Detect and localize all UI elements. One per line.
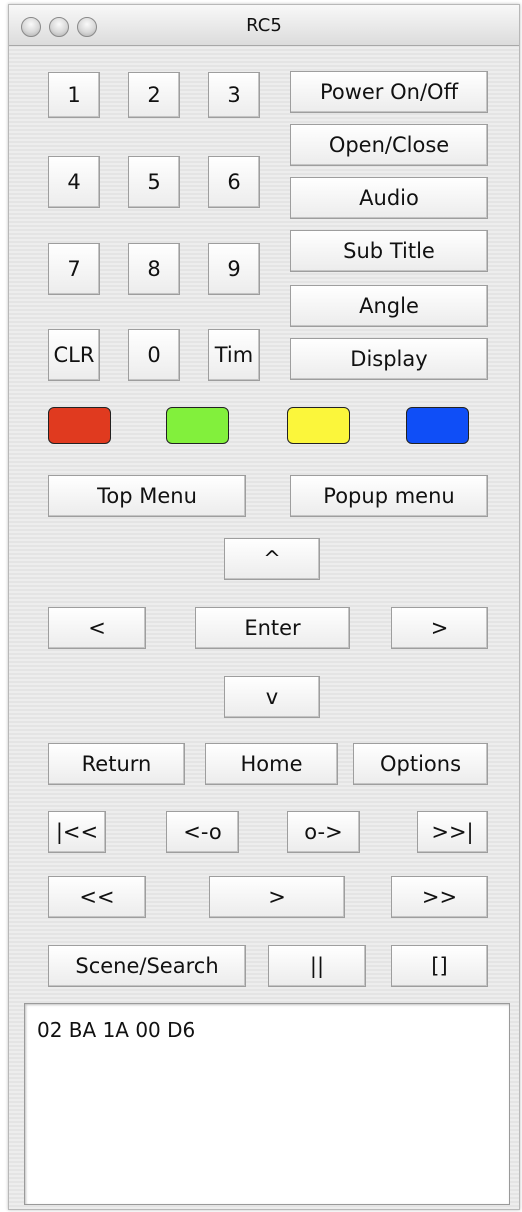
next-chapter-button[interactable]: >>| (417, 811, 488, 853)
key-7[interactable]: 7 (48, 243, 100, 295)
fast-forward-button[interactable]: >> (391, 876, 488, 918)
top-menu-button[interactable]: Top Menu (48, 475, 246, 517)
key-2[interactable]: 2 (128, 72, 180, 118)
code-output-text: 02 BA 1A 00 D6 (37, 1018, 196, 1042)
display-button[interactable]: Display (290, 338, 488, 380)
home-button[interactable]: Home (205, 743, 338, 785)
return-button[interactable]: Return (48, 743, 185, 785)
key-3[interactable]: 3 (208, 72, 260, 118)
scene-search-button[interactable]: Scene/Search (48, 945, 246, 987)
clear-button[interactable]: CLR (48, 329, 100, 381)
up-button[interactable]: ^ (224, 538, 320, 580)
previous-chapter-button[interactable]: |<< (48, 811, 106, 853)
key-4[interactable]: 4 (48, 156, 100, 208)
open-close-button[interactable]: Open/Close (290, 124, 488, 166)
subtitle-button[interactable]: Sub Title (290, 230, 488, 272)
key-1[interactable]: 1 (48, 72, 100, 118)
yellow-button[interactable] (287, 407, 350, 444)
right-button[interactable]: > (391, 607, 488, 649)
rewind-button[interactable]: << (48, 876, 146, 918)
red-button[interactable] (48, 407, 111, 444)
step-back-button[interactable]: <-o (166, 811, 239, 853)
left-button[interactable]: < (48, 607, 146, 649)
green-button[interactable] (166, 407, 229, 444)
audio-button[interactable]: Audio (290, 177, 488, 219)
options-button[interactable]: Options (353, 743, 488, 785)
code-output-area[interactable]: 02 BA 1A 00 D6 (24, 1003, 510, 1205)
power-button[interactable]: Power On/Off (290, 71, 488, 113)
key-0[interactable]: 0 (128, 329, 180, 381)
blue-button[interactable] (406, 407, 469, 444)
key-5[interactable]: 5 (128, 156, 180, 208)
window-title: RC5 (246, 15, 282, 36)
popup-menu-button[interactable]: Popup menu (290, 475, 488, 517)
angle-button[interactable]: Angle (290, 285, 488, 327)
timer-button[interactable]: Tim (208, 329, 260, 381)
pause-button[interactable]: || (268, 945, 366, 987)
down-button[interactable]: v (224, 676, 320, 718)
key-8[interactable]: 8 (128, 243, 180, 295)
step-forward-button[interactable]: o-> (287, 811, 360, 853)
key-9[interactable]: 9 (208, 243, 260, 295)
enter-button[interactable]: Enter (195, 607, 350, 649)
title-bar: RC5 (9, 5, 519, 46)
rc5-window: RC5 1 2 3 4 5 6 7 8 9 CLR 0 Tim Power On… (8, 4, 520, 1210)
play-button[interactable]: > (209, 876, 345, 918)
stop-button[interactable]: [] (391, 945, 488, 987)
key-6[interactable]: 6 (208, 156, 260, 208)
